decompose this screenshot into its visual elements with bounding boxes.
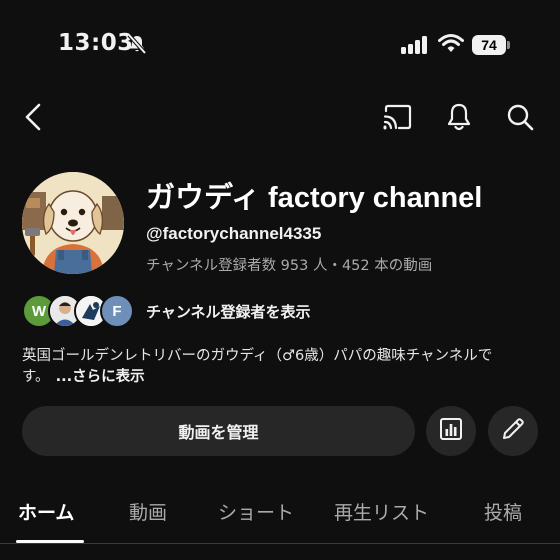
channel-tabs: ホーム 動画 ショート 再生リスト 投稿: [0, 488, 560, 546]
channel-stats: チャンネル登録者数 953 人・452 本の動画: [146, 258, 433, 274]
more-link[interactable]: ...さらに表示: [56, 369, 145, 385]
tab-shorts[interactable]: ショート: [218, 498, 294, 525]
tab-home[interactable]: ホーム: [18, 498, 74, 525]
tab-videos[interactable]: 動画: [129, 498, 167, 525]
analytics-button[interactable]: [426, 406, 476, 456]
analytics-icon: [438, 416, 464, 446]
manage-videos-button[interactable]: 動画を管理: [22, 406, 415, 456]
subscribers-row[interactable]: W F チャンネル登録者を表示: [22, 292, 422, 332]
subscribers-label[interactable]: チャンネル登録者を表示: [146, 301, 311, 322]
tab-playlists[interactable]: 再生リスト: [334, 498, 429, 525]
status-time: 13:03: [58, 30, 134, 56]
channel-avatar[interactable]: [22, 172, 124, 274]
status-bar: 13:03 74: [0, 0, 560, 90]
edit-pencil-icon: [500, 416, 526, 446]
search-icon[interactable]: [498, 95, 542, 139]
battery-icon: 74: [472, 35, 510, 55]
channel-handle: @factorychannel4335: [146, 224, 322, 243]
tabs-divider: [0, 543, 560, 544]
bell-slash-icon: [126, 33, 148, 55]
app-bar: [0, 95, 560, 145]
bell-icon[interactable]: [437, 95, 481, 139]
tab-posts[interactable]: 投稿: [484, 498, 522, 525]
subscriber-avatar: F: [100, 294, 134, 328]
battery-level: 74: [472, 35, 506, 55]
signal-icon: [400, 35, 430, 55]
edit-button[interactable]: [488, 406, 538, 456]
channel-title: ガウディ factory channel: [146, 182, 483, 214]
cast-icon[interactable]: [376, 95, 420, 139]
back-arrow-icon[interactable]: [12, 95, 56, 139]
battery-cap: [507, 41, 510, 49]
wifi-icon: [438, 33, 464, 55]
channel-description[interactable]: 英国ゴールデンレトリバーのガウディ（♂6歳）パパの趣味チャンネルです。 ...さら…: [22, 346, 542, 388]
